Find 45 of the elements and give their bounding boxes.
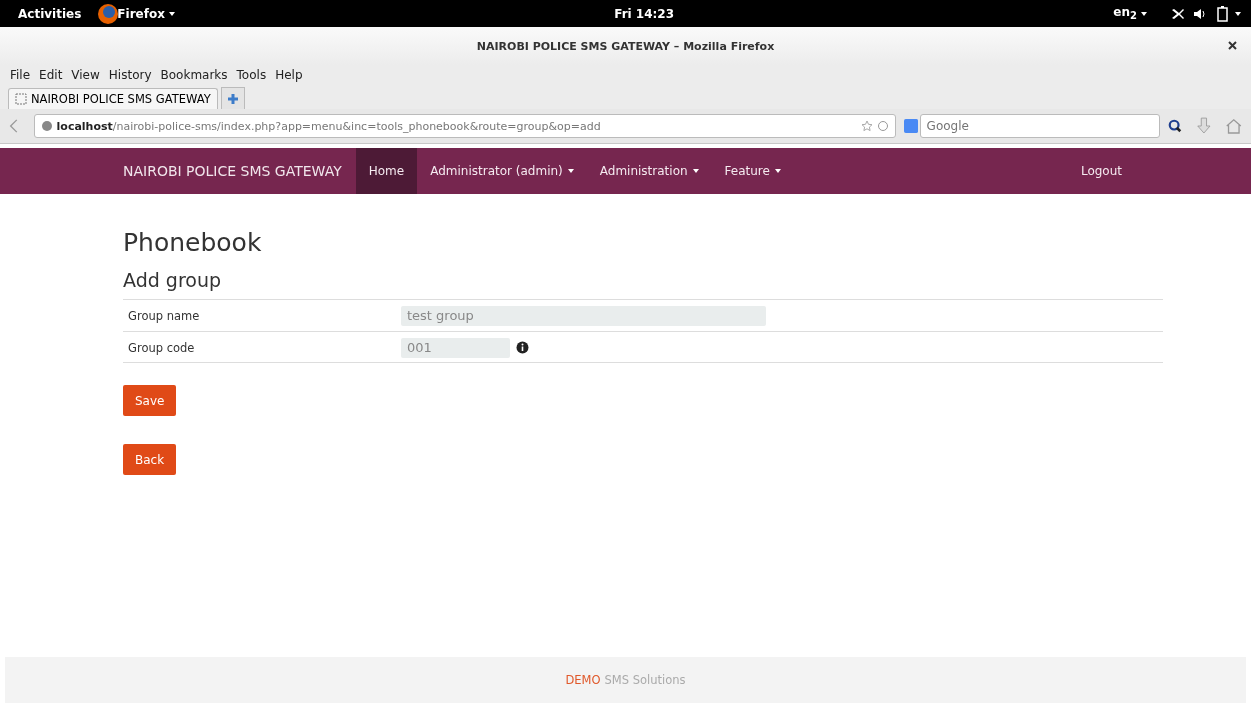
caret-icon (1235, 11, 1241, 16)
menu-item[interactable]: View (71, 68, 100, 82)
url-field[interactable]: localhost/nairobi-police-sms/index.php?app=menu&inc=tools_phonebook&route=group&op=add (33, 114, 896, 138)
field-label: Group name (128, 308, 201, 323)
nav-item[interactable]: Administration (586, 148, 712, 194)
caret-icon (1141, 11, 1147, 16)
site-brand[interactable]: NAIROBI POLICE SMS GATEWAY (123, 163, 342, 179)
home-icon[interactable] (1225, 116, 1243, 136)
menu-item[interactable]: Tools (236, 68, 267, 82)
speaker-icon (1193, 6, 1207, 21)
footer-brand: DEMO (565, 673, 601, 687)
search-field[interactable]: Google (919, 114, 1160, 138)
save-button[interactable]: Save (123, 385, 177, 416)
nav-item[interactable]: Home (355, 148, 418, 194)
new-tab-button[interactable] (220, 87, 245, 109)
footer-text: SMS Solutions (604, 673, 686, 687)
page-title: Phonebook (123, 228, 263, 257)
field-label: Group code (128, 340, 196, 355)
logout-link[interactable]: Logout (1067, 148, 1135, 194)
search-icon[interactable] (1167, 118, 1182, 134)
back-button[interactable]: Back (123, 444, 177, 475)
nav-item[interactable]: Feature (711, 148, 794, 194)
section-title: Add group (123, 269, 222, 291)
menu-item[interactable]: Edit (39, 68, 63, 82)
nav-item[interactable]: Administrator (admin) (417, 148, 587, 194)
keyboard-layout[interactable]: en$_{2}$ (1113, 5, 1137, 22)
info-icon[interactable] (516, 341, 529, 354)
app-menu[interactable]: Firefox (117, 6, 165, 21)
menu-item[interactable]: History (108, 68, 152, 82)
menu-item[interactable]: Help (275, 68, 303, 82)
caret-icon (168, 11, 175, 16)
window-title: NAIROBI POLICE SMS GATEWAY – Mozilla Firefox (476, 39, 775, 53)
menu-item[interactable]: Bookmarks (160, 68, 228, 82)
star-icon[interactable] (860, 120, 873, 132)
plus-icon (226, 92, 239, 105)
close-icon[interactable] (1228, 41, 1237, 50)
page-icon (15, 93, 27, 105)
menu-item[interactable]: File (10, 68, 31, 82)
battery-icon (1217, 5, 1229, 22)
clock[interactable]: Fri 14:23 (614, 6, 675, 21)
download-icon[interactable] (1195, 116, 1212, 136)
firefox-logo-icon (97, 2, 120, 25)
airplane-icon (1171, 6, 1185, 21)
browser-tab[interactable]: NAIROBI POLICE SMS GATEWAY (8, 88, 218, 109)
activities-button[interactable]: Activities (18, 6, 82, 21)
